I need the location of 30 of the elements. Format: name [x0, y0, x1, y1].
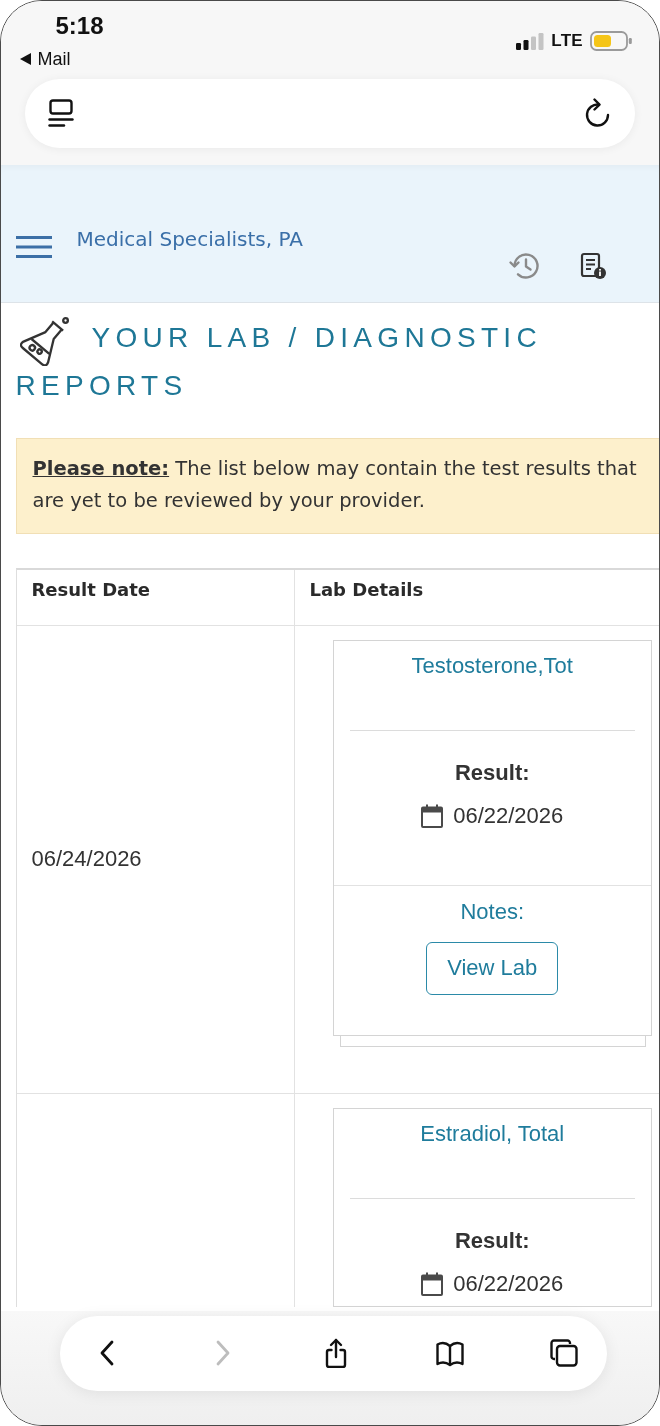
tabs-icon[interactable] [548, 1338, 579, 1368]
calendar-icon [421, 803, 444, 828]
signal-icon [516, 32, 545, 50]
review-notice: Please note: The list below may contain the test results that are yet to be reviewed by your provider. [15, 437, 659, 534]
result-date: 06/22/2026 [453, 801, 564, 830]
flask-icon [19, 315, 70, 366]
result-label: Result: [454, 1226, 530, 1255]
battery-icon [590, 31, 632, 51]
column-header: Lab Details [309, 578, 424, 600]
lab-test-name[interactable]: Estradiol, Total [420, 1120, 565, 1146]
calendar-icon [421, 1271, 444, 1296]
triangle-icon [19, 53, 31, 65]
network-type: LTE [551, 31, 583, 51]
back-to-app-link[interactable]: Mail [19, 48, 71, 70]
reload-icon[interactable] [584, 98, 612, 128]
reader-icon[interactable] [47, 99, 74, 127]
history-icon[interactable] [507, 250, 541, 281]
result-label: Result: [454, 758, 530, 787]
result-date: 06/24/2026 [31, 845, 142, 873]
status-time: 5:18 [55, 11, 104, 41]
document-info-icon[interactable] [579, 251, 607, 280]
column-header: Result Date [31, 578, 151, 600]
notes-label: Notes: [460, 897, 525, 926]
practice-name[interactable]: Medical Specialists, PA [76, 226, 303, 251]
lab-test-name[interactable]: Testosterone,Tot [411, 652, 573, 678]
page-title: YOUR LAB / DIAGNOSTIC [91, 320, 542, 355]
view-lab-button[interactable]: View Lab [426, 941, 559, 995]
menu-icon[interactable] [15, 234, 52, 259]
result-date: 06/22/2026 [453, 1269, 564, 1298]
page-title: REPORTS [15, 368, 188, 403]
